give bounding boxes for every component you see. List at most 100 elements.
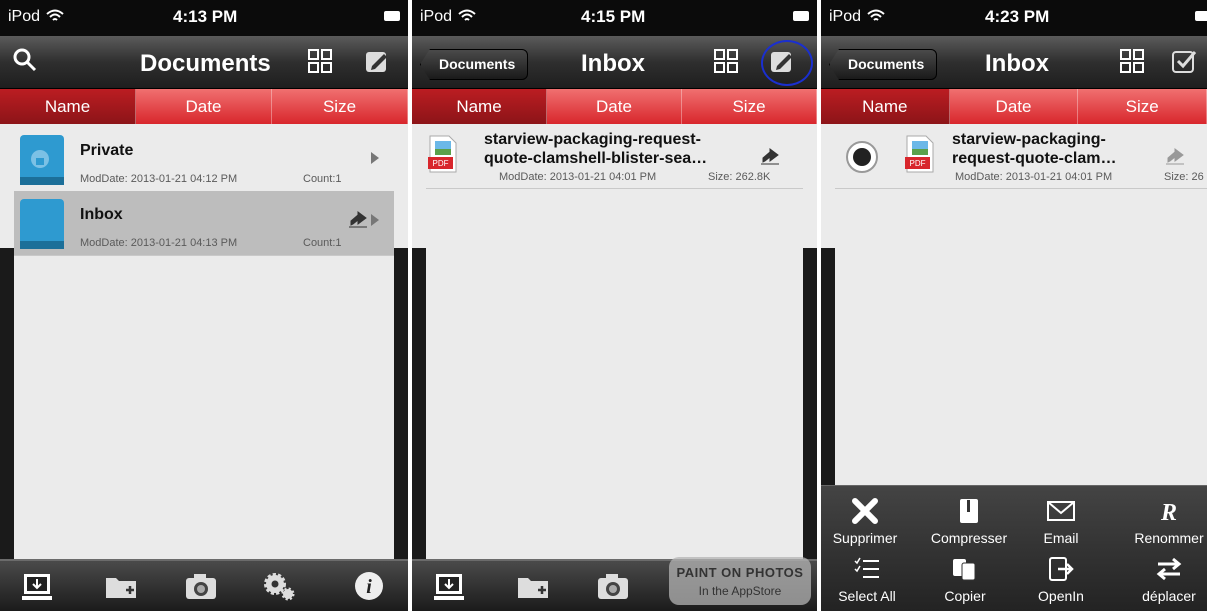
highlight-circle [761, 40, 813, 86]
email-action[interactable]: Email [1011, 498, 1111, 546]
status-bar: iPod 4:15 PM [412, 0, 817, 36]
right-border [394, 248, 408, 611]
copy-action[interactable]: Copier [915, 556, 1015, 604]
nav-bar: Documents [0, 36, 408, 89]
screenshot-collage: iPod 4:13 PM Documents Name Date Size Pr… [0, 0, 1207, 611]
svg-text:R: R [1160, 500, 1177, 524]
new-folder-icon[interactable] [516, 570, 550, 602]
sort-date-tab[interactable]: Date [136, 89, 272, 124]
pdf-badge: PDF [910, 159, 926, 168]
sort-name-tab[interactable]: Name [0, 89, 136, 124]
grid-view-icon[interactable] [1119, 48, 1145, 74]
bottom-toolbar: PAINT ON PHOTOS In the AppStore [412, 557, 817, 611]
ad-title: PAINT ON PHOTOS [676, 565, 804, 580]
select-radio-icon[interactable] [845, 140, 879, 174]
select-all-action[interactable]: Select All [821, 556, 917, 604]
sort-name-tab[interactable]: Name [821, 89, 950, 124]
wifi-icon [46, 9, 64, 21]
sort-segmented-control: Name Date Size [0, 89, 408, 124]
folder-list: Private ModDate: 2013-01-21 04:12 PM Cou… [0, 124, 408, 611]
back-button[interactable]: Documents [829, 49, 938, 80]
nav-title: Documents [140, 50, 271, 77]
chevron-right-icon [371, 152, 379, 164]
grid-view-icon[interactable] [307, 48, 333, 74]
sort-date-tab[interactable]: Date [547, 89, 682, 124]
open-in-label: OpenIn [1038, 588, 1084, 604]
delete-action[interactable]: Supprimer [821, 498, 915, 546]
move-action[interactable]: déplacer [1119, 556, 1207, 604]
file-list: PDF starview-packaging-request- quote-cl… [412, 124, 817, 611]
sort-name-tab[interactable]: Name [412, 89, 547, 124]
copy-icon [953, 559, 976, 581]
pdf-file-icon: PDF [905, 135, 934, 173]
status-bar: iPod 4:13 PM [0, 0, 408, 36]
ad-subtitle: In the AppStore [698, 584, 782, 598]
import-icon[interactable] [20, 570, 54, 602]
camera-icon[interactable] [184, 570, 218, 602]
back-button[interactable]: Documents [420, 49, 529, 80]
info-icon[interactable]: i [352, 570, 386, 602]
sort-date-tab[interactable]: Date [950, 89, 1079, 124]
search-icon[interactable] [12, 47, 38, 73]
file-moddate: ModDate: 2013-01-21 04:01 PM [955, 171, 1113, 183]
sort-size-tab[interactable]: Size [682, 89, 817, 124]
open-in-action[interactable]: OpenIn [1011, 556, 1111, 604]
open-in-icon [1049, 557, 1074, 581]
envelope-icon [1047, 501, 1075, 521]
sort-segmented-control: Name Date Size [412, 89, 817, 124]
file-row[interactable]: PDF starview-packaging-request- quote-cl… [426, 126, 803, 189]
status-time: 4:15 PM [581, 7, 646, 26]
panel-inbox-edit: iPod 4:23 PM Documents Inbox Name Date S… [821, 0, 1207, 611]
new-folder-icon[interactable] [104, 570, 138, 602]
settings-icon[interactable] [262, 570, 296, 602]
panel-inbox: iPod 4:15 PM Documents Inbox Name Date S… [412, 0, 817, 611]
sort-segmented-control: Name Date Size [821, 89, 1207, 124]
wifi-icon [867, 9, 885, 21]
share-icon[interactable] [760, 148, 780, 166]
select-all-label: Select All [838, 588, 896, 604]
compress-action[interactable]: Compresser [919, 498, 1019, 546]
status-bar: iPod 4:23 PM [821, 0, 1207, 36]
email-label: Email [1043, 530, 1079, 546]
share-icon[interactable] [348, 211, 368, 229]
import-icon[interactable] [432, 570, 466, 602]
nav-title: Inbox [581, 50, 645, 77]
rename-r-icon: R [1160, 500, 1177, 524]
panel-divider [817, 0, 821, 611]
copy-label: Copier [944, 588, 986, 604]
folder-count: Count:1 [303, 237, 342, 249]
pdf-badge: PDF [433, 159, 449, 168]
status-time: 4:13 PM [173, 7, 238, 26]
file-row[interactable]: PDF starview-packaging- request-quote-cl… [835, 126, 1207, 189]
move-label: déplacer [1142, 588, 1196, 604]
battery-icon [793, 11, 809, 21]
folder-icon [20, 199, 64, 249]
battery-icon [1195, 11, 1207, 21]
left-border [412, 248, 426, 611]
file-name-line1: starview-packaging-request- [484, 131, 701, 148]
panel-divider [408, 0, 412, 611]
right-border [803, 248, 817, 611]
carrier-label: iPod [420, 8, 453, 25]
carrier-label: iPod [8, 8, 41, 25]
share-icon[interactable] [1165, 148, 1185, 166]
file-name-line1: starview-packaging- [952, 131, 1106, 148]
folder-row-inbox[interactable]: Inbox ModDate: 2013-01-21 04:13 PM Count… [14, 191, 394, 256]
bottom-toolbar: i [0, 559, 408, 611]
folder-moddate: ModDate: 2013-01-21 04:12 PM [80, 173, 238, 185]
edit-icon[interactable] [364, 48, 390, 74]
pdf-file-icon: PDF [428, 135, 457, 173]
folder-moddate: ModDate: 2013-01-21 04:13 PM [80, 237, 238, 249]
sort-size-tab[interactable]: Size [1078, 89, 1207, 124]
folder-row-private[interactable]: Private ModDate: 2013-01-21 04:12 PM Cou… [14, 127, 394, 192]
carrier-label: iPod [829, 8, 862, 25]
nav-bar: Documents Inbox [821, 36, 1207, 89]
camera-icon[interactable] [596, 570, 630, 602]
ad-banner[interactable]: PAINT ON PHOTOS In the AppStore [669, 557, 811, 605]
done-check-icon[interactable] [1171, 48, 1197, 74]
grid-view-icon[interactable] [713, 48, 739, 74]
nav-bar: Documents Inbox [412, 36, 817, 89]
file-name-line2: request-quote-clam… [952, 150, 1117, 167]
sort-size-tab[interactable]: Size [272, 89, 408, 124]
rename-action[interactable]: R Renommer [1119, 498, 1207, 546]
